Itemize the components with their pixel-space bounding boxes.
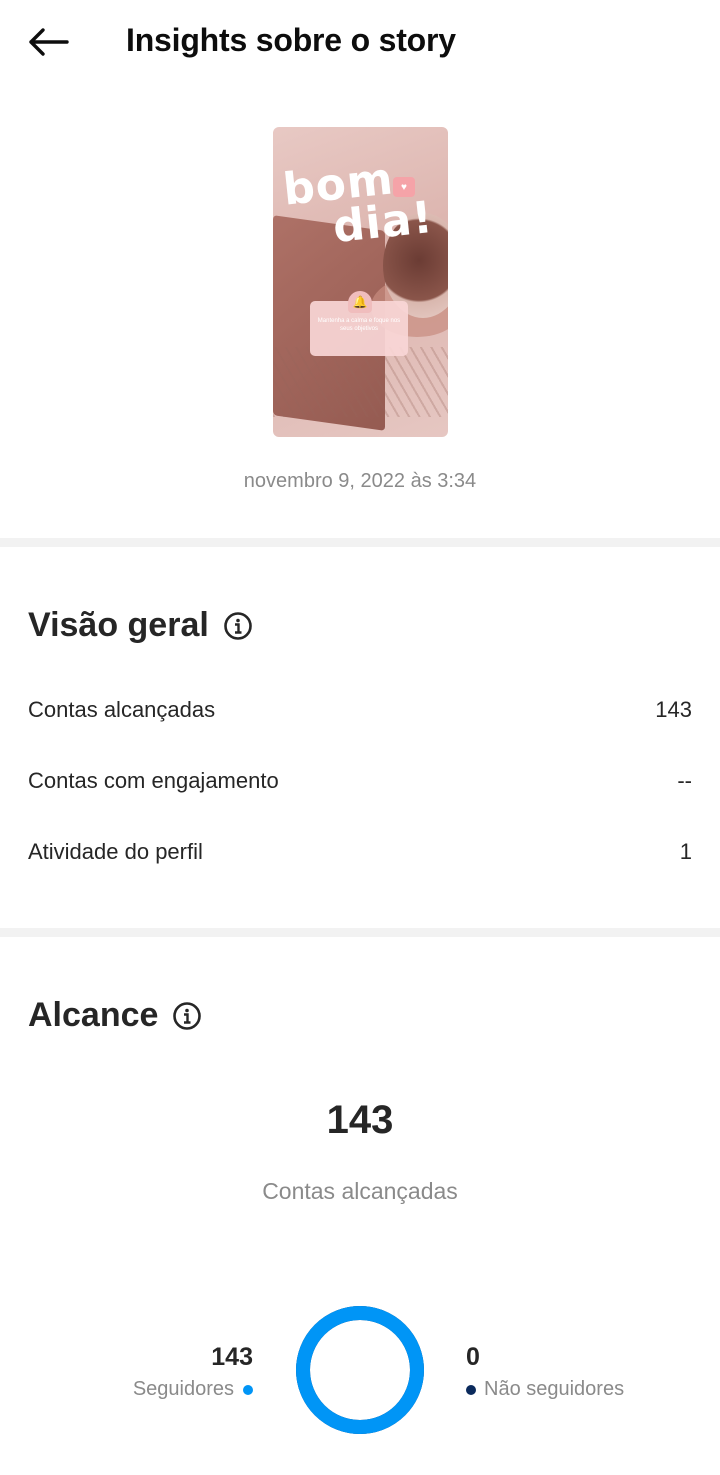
metric-label: Contas com engajamento xyxy=(28,768,279,793)
top-bar: Insights sobre o story xyxy=(0,0,720,86)
metric-value: -- xyxy=(677,768,692,793)
metric-label: Contas alcançadas xyxy=(28,697,216,722)
page-title: Insights sobre o story xyxy=(126,22,456,58)
story-preview[interactable]: bom dia! ♥ 🔔 Mantenha a calma e foque no… xyxy=(273,127,448,437)
metric-value: 1 xyxy=(679,839,692,864)
reach-title: Alcance xyxy=(28,996,159,1034)
non-followers-legend: Não seguidores xyxy=(466,1378,624,1401)
story-date: novembro 9, 2022 às 3:34 xyxy=(243,470,477,492)
story-text-line2: dia! xyxy=(330,191,436,254)
reach-donut-chart xyxy=(296,1306,424,1434)
bell-icon: 🔔 xyxy=(348,291,372,313)
overview-heading: Visão geral xyxy=(28,606,253,645)
overview-title: Visão geral xyxy=(28,606,209,644)
metric-row-contas-alcancadas[interactable]: Contas alcançadas 143 xyxy=(28,690,692,730)
non-followers-label: Não seguidores xyxy=(484,1378,625,1400)
followers-label: Seguidores xyxy=(132,1378,234,1400)
reach-total: 143 xyxy=(326,1098,394,1142)
followers-legend: Seguidores xyxy=(133,1378,253,1401)
info-icon[interactable] xyxy=(172,1001,202,1031)
metric-label: Atividade do perfil xyxy=(28,839,203,864)
section-divider xyxy=(0,928,720,937)
followers-count: 143 xyxy=(211,1343,253,1371)
donut-followers-arc xyxy=(296,1306,424,1434)
reach-heading: Alcance xyxy=(28,996,202,1035)
story-flowers-image xyxy=(273,347,448,417)
arrow-left-icon xyxy=(29,28,69,56)
story-sticker-text: Mantenha a calma e foque nos seus objeti… xyxy=(317,318,401,332)
non-followers-count: 0 xyxy=(466,1343,480,1371)
back-button[interactable] xyxy=(22,20,74,64)
reach-total-label: Contas alcançadas xyxy=(262,1178,458,1204)
info-icon[interactable] xyxy=(223,611,253,641)
metric-row-atividade-perfil[interactable]: Atividade do perfil 1 xyxy=(28,832,692,872)
non-followers-dot xyxy=(466,1384,476,1395)
metric-value: 143 xyxy=(655,697,692,722)
metric-row-contas-engajamento[interactable]: Contas com engajamento -- xyxy=(28,761,692,801)
section-divider xyxy=(0,538,720,547)
followers-dot xyxy=(243,1384,253,1395)
heart-icon: ♥ xyxy=(393,177,415,197)
